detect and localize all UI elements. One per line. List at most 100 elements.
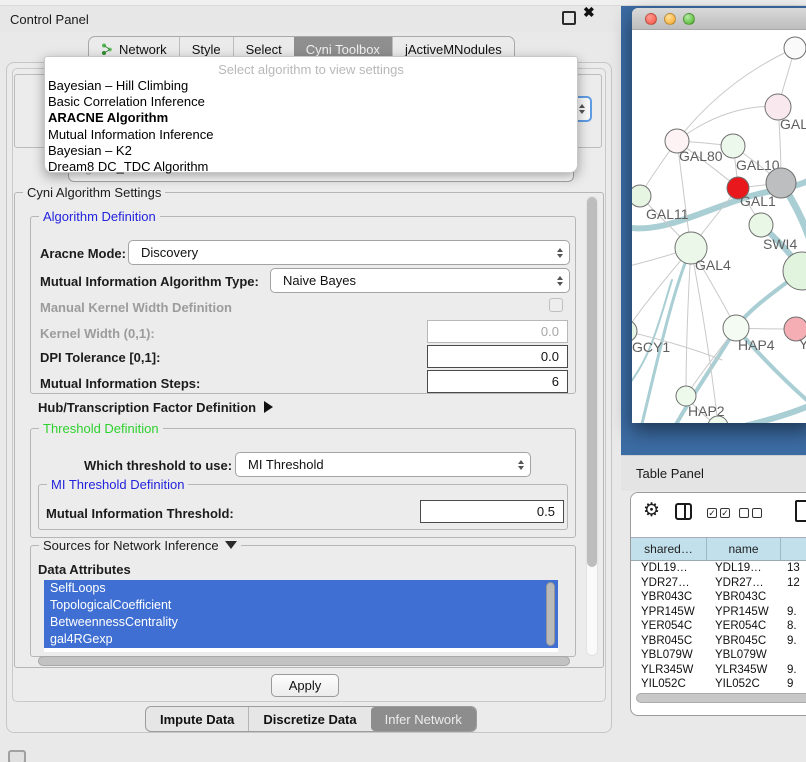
tab-impute-data[interactable]: Impute Data (146, 707, 248, 731)
mi-steps-input[interactable] (427, 370, 568, 393)
table-row[interactable]: YDL19…YDL19…13 (631, 561, 806, 576)
dpi-tolerance-input[interactable] (427, 345, 568, 368)
deselect-all-checkboxes-icon[interactable] (739, 508, 762, 518)
close-panel-icon[interactable]: ✖ (583, 4, 595, 21)
tab-discretize-data[interactable]: Discretize Data (248, 707, 370, 731)
apply-button[interactable]: Apply (271, 674, 339, 697)
table-body: YDL19…YDL19…13YDR27…YDR27…12YBR043CYBR04… (631, 561, 806, 687)
network-node-label: GAL1 (740, 193, 776, 209)
table-row[interactable]: YBR043CYBR043C (631, 590, 806, 605)
attribute-item[interactable]: gal4RGexp (44, 631, 558, 648)
table-row[interactable]: YER054CYER054C8. (631, 619, 806, 634)
table-cell: 8. (781, 620, 806, 632)
screen: Control Panel ✖ Network Style Select Cyn… (0, 0, 806, 762)
column-header-shared[interactable]: shared… (631, 538, 707, 560)
table-cell: YDR27… (707, 577, 781, 589)
window-zoom-icon[interactable] (683, 13, 695, 25)
dropdown-item[interactable]: Basic Correlation Inference (48, 94, 574, 110)
table-cell: YBR043C (707, 591, 781, 603)
manual-kernel-checkbox[interactable] (549, 298, 563, 312)
document-icon[interactable] (795, 500, 806, 522)
network-node-label: GAL80 (679, 148, 723, 164)
control-panel-titlebar: Control Panel (0, 6, 620, 32)
algorithm-definition-title: Algorithm Definition (39, 209, 160, 224)
table-row[interactable]: YIL052CYIL052C9 (631, 677, 806, 687)
horizontal-scrollbar-thumb[interactable] (38, 656, 570, 666)
table-header: shared… name (631, 537, 806, 561)
table-cell: YPR145W (631, 606, 707, 618)
attributes-scrollbar-thumb[interactable] (546, 582, 555, 646)
network-edge[interactable] (728, 402, 806, 423)
network-node-label: HAP4 (738, 337, 775, 353)
network-node[interactable] (749, 213, 773, 237)
mi-threshold-label: Mutual Information Threshold: (46, 506, 234, 521)
window-minimize-icon[interactable] (664, 13, 676, 25)
kernel-width-label: Kernel Width (0,1): (40, 326, 155, 341)
which-threshold-label: Which threshold to use: (84, 458, 232, 473)
dropdown-item[interactable]: Bayesian – K2 (48, 143, 574, 159)
table-toolbar: ⚙ ✓✓ (631, 493, 806, 537)
network-canvas[interactable]: GALGAL80GAL10GAL1GAL11SWI4GAL4HAP4YGCY1H… (632, 30, 806, 423)
data-attributes-label: Data Attributes (38, 562, 131, 577)
table-cell: YER054C (631, 620, 707, 632)
table-cell: YDL19… (631, 562, 707, 574)
table-cell: YLR345W (631, 664, 707, 676)
float-panel-icon[interactable] (562, 11, 576, 25)
attribute-item[interactable]: SelfLoops (44, 580, 558, 597)
network-window-titlebar[interactable] (632, 8, 806, 30)
collapsed-panel-icon[interactable] (8, 750, 26, 762)
column-header-cut[interactable] (781, 538, 806, 560)
mi-type-combo[interactable]: Naive Bayes (270, 268, 570, 293)
network-icon (101, 43, 113, 56)
which-threshold-value: MI Threshold (236, 457, 512, 472)
settings-group-title: Cyni Algorithm Settings (23, 185, 165, 200)
split-columns-icon[interactable] (675, 503, 692, 520)
table-row[interactable]: YPR145WYPR145W9. (631, 605, 806, 620)
table-horizontal-scrollbar[interactable] (636, 693, 806, 703)
dropdown-item-selected[interactable]: ARACNE Algorithm (48, 110, 574, 126)
sources-group-title: Sources for Network Inference (39, 538, 241, 553)
dropdown-item[interactable]: Bayesian – Hill Climbing (48, 78, 574, 94)
tab-label: Select (246, 42, 282, 57)
hub-definition-label: Hub/Transcription Factor Definition (38, 400, 256, 415)
which-threshold-combo[interactable]: MI Threshold (235, 452, 531, 477)
table-row[interactable]: YBR045CYBR045C9. (631, 634, 806, 649)
table-row[interactable]: YLR345WYLR345W9. (631, 663, 806, 678)
table-cell: YBR045C (707, 635, 781, 647)
network-node[interactable] (632, 185, 651, 207)
network-svg: GALGAL80GAL10GAL1GAL11SWI4GAL4HAP4YGCY1H… (632, 30, 806, 423)
window-close-icon[interactable] (645, 13, 657, 25)
bottom-tabs: Impute Data Discretize Data Infer Networ… (145, 706, 477, 732)
table-cell: 13 (781, 562, 806, 574)
mi-threshold-input[interactable] (420, 500, 564, 523)
tab-infer-network[interactable]: Infer Network (371, 707, 476, 731)
sources-title-text: Sources for Network Inference (43, 538, 219, 553)
network-edge[interactable] (686, 248, 691, 396)
table-row[interactable]: YDR27…YDR27…12 (631, 576, 806, 591)
network-node[interactable] (721, 134, 745, 158)
column-header-name[interactable]: name (707, 538, 781, 560)
table-panel: ⚙ ✓✓ shared… name YDL19…YDL19…13YDR27…YD… (630, 492, 806, 716)
table-cell: YBR045C (631, 635, 707, 647)
table-cell: YBR043C (631, 591, 707, 603)
select-all-checkboxes-icon[interactable]: ✓✓ (707, 508, 730, 518)
dropdown-item[interactable]: Dream8 DC_TDC Algorithm (48, 159, 574, 175)
data-attributes-list[interactable]: SelfLoopsTopologicalCoefficientBetweenne… (44, 580, 558, 652)
table-panel-titlebar: Table Panel (621, 455, 806, 491)
table-panel-title: Table Panel (636, 466, 704, 481)
table-cell: YBL079W (707, 649, 781, 661)
table-cell: 12 (781, 577, 806, 589)
kernel-width-input[interactable] (427, 320, 568, 343)
network-node[interactable] (784, 37, 806, 59)
hub-definition-toggle[interactable]: Hub/Transcription Factor Definition (38, 400, 273, 415)
collapse-arrow-icon[interactable] (225, 541, 237, 549)
table-row[interactable]: YBL079WYBL079W (631, 648, 806, 663)
attribute-item[interactable]: BetweennessCentrality (44, 614, 558, 631)
manual-kernel-label: Manual Kernel Width Definition (40, 300, 232, 315)
settings-scrollbar-thumb[interactable] (587, 197, 597, 567)
dropdown-item[interactable]: Mutual Information Inference (48, 127, 574, 143)
table-cell: YDL19… (707, 562, 781, 574)
gear-icon[interactable]: ⚙ (643, 500, 660, 522)
aracne-mode-combo[interactable]: Discovery (128, 240, 570, 265)
attribute-item[interactable]: TopologicalCoefficient (44, 597, 558, 614)
